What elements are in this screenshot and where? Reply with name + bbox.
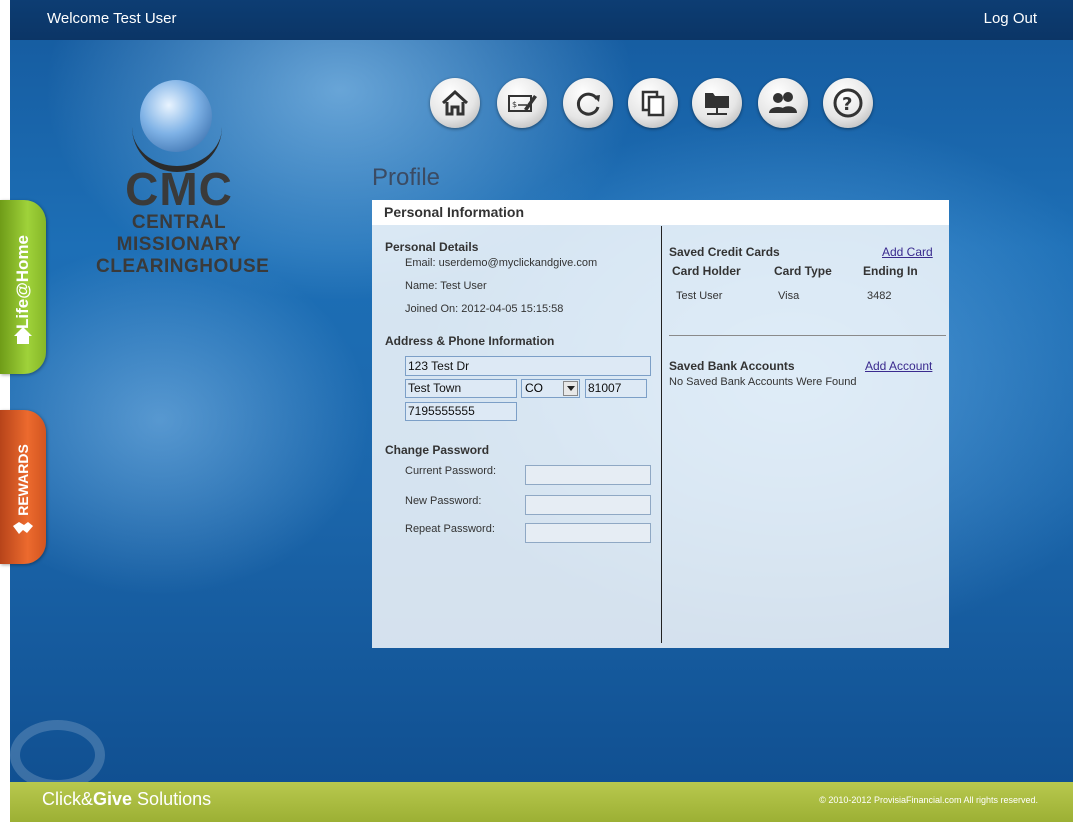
footer: Click&Give Solutions © 2010-2012 Provisi… xyxy=(10,782,1073,822)
new-password-input[interactable] xyxy=(525,495,651,515)
add-card-link[interactable]: Add Card xyxy=(882,245,933,259)
nav-checks-button[interactable]: $ xyxy=(497,78,547,128)
logo-line-missionary: MISSIONARY xyxy=(116,234,242,255)
nav-home-button[interactable] xyxy=(430,78,480,128)
brand-bold: Give xyxy=(93,789,133,809)
email-text: Email: userdemo@myclickandgive.com xyxy=(405,257,598,269)
street-input[interactable]: 123 Test Dr xyxy=(405,356,651,376)
saved-cards-title: Saved Credit Cards xyxy=(669,245,780,259)
house-hand-icon xyxy=(14,327,32,344)
life-at-home-tab[interactable]: Life@Home xyxy=(0,200,46,374)
current-password-label: Current Password: xyxy=(405,465,497,477)
svg-text:$: $ xyxy=(512,100,517,109)
profile-panel: Personal Information Personal Details Em… xyxy=(372,200,949,648)
nav-network-button[interactable] xyxy=(692,78,742,128)
saved-banks-title: Saved Bank Accounts xyxy=(669,359,795,373)
svg-text:?: ? xyxy=(842,94,852,115)
brand-post: Solutions xyxy=(132,789,212,809)
state-value: CO xyxy=(525,381,543,395)
card-holder-cell: Test User xyxy=(676,290,723,302)
address-title: Address & Phone Information xyxy=(385,334,555,348)
city-input[interactable]: Test Town xyxy=(405,379,517,398)
new-password-label: New Password: xyxy=(405,495,482,507)
nav-help-button[interactable]: ? xyxy=(823,78,873,128)
users-icon xyxy=(769,92,797,113)
repeat-password-input[interactable] xyxy=(525,523,651,543)
state-select[interactable]: CO xyxy=(521,379,580,398)
card-type-header: Card Type xyxy=(774,264,832,278)
nav-recurring-button[interactable] xyxy=(563,78,613,128)
card-ending-cell: 3482 xyxy=(867,290,892,302)
page-title: Profile xyxy=(372,164,441,191)
logo-line-central: CENTRAL xyxy=(131,212,227,233)
copyright-text: © 2010-2012 ProvisiaFinancial.com All ri… xyxy=(819,795,1038,805)
personal-details-title: Personal Details xyxy=(385,240,479,254)
card-type-cell: Visa xyxy=(778,290,800,302)
nav-users-button[interactable] xyxy=(758,78,808,128)
top-bar: Welcome Test User Log Out xyxy=(10,0,1073,40)
footer-brand: Click&Give Solutions xyxy=(42,789,211,810)
documents-icon xyxy=(641,90,665,117)
current-password-input[interactable] xyxy=(525,465,651,485)
home-icon xyxy=(441,89,469,116)
repeat-password-label: Repeat Password: xyxy=(405,523,495,535)
logo-abbrev: CMC xyxy=(125,163,233,215)
welcome-text: Welcome Test User xyxy=(47,10,177,27)
joined-text: Joined On: 2012-04-05 15:15:58 xyxy=(405,303,564,315)
logo-line-clearinghouse: CLEARINGHOUSE xyxy=(96,256,270,277)
logout-link[interactable]: Log Out xyxy=(984,10,1037,27)
panel-header: Personal Information xyxy=(372,200,949,225)
phone-input[interactable]: 7195555555 xyxy=(405,402,517,421)
life-at-home-label: Life@Home xyxy=(13,234,32,330)
handshake-icon xyxy=(13,522,33,534)
recurring-icon xyxy=(576,92,600,116)
watermark-circle xyxy=(10,720,105,790)
help-icon: ? xyxy=(833,88,863,118)
ending-in-header: Ending In xyxy=(863,264,918,278)
dropdown-arrow-icon[interactable] xyxy=(563,381,578,396)
zip-input[interactable]: 81007 xyxy=(585,379,647,398)
network-folder-icon xyxy=(705,93,729,115)
column-divider xyxy=(661,226,662,643)
add-account-link[interactable]: Add Account xyxy=(865,359,932,373)
rewards-label: REWARDS xyxy=(15,444,31,516)
change-password-title: Change Password xyxy=(385,443,490,457)
rewards-tab[interactable]: REWARDS xyxy=(0,410,46,564)
check-edit-icon: $ xyxy=(508,95,537,112)
card-holder-header: Card Holder xyxy=(672,264,741,278)
section-divider xyxy=(669,335,946,336)
no-bank-accounts-text: No Saved Bank Accounts Were Found xyxy=(669,376,857,388)
name-text: Name: Test User xyxy=(405,280,487,292)
brand-pre: Click& xyxy=(42,789,94,809)
nav-documents-button[interactable] xyxy=(628,78,678,128)
cmc-logo: CMC CENTRAL MISSIONARY CLEARINGHOUSE xyxy=(96,78,270,283)
